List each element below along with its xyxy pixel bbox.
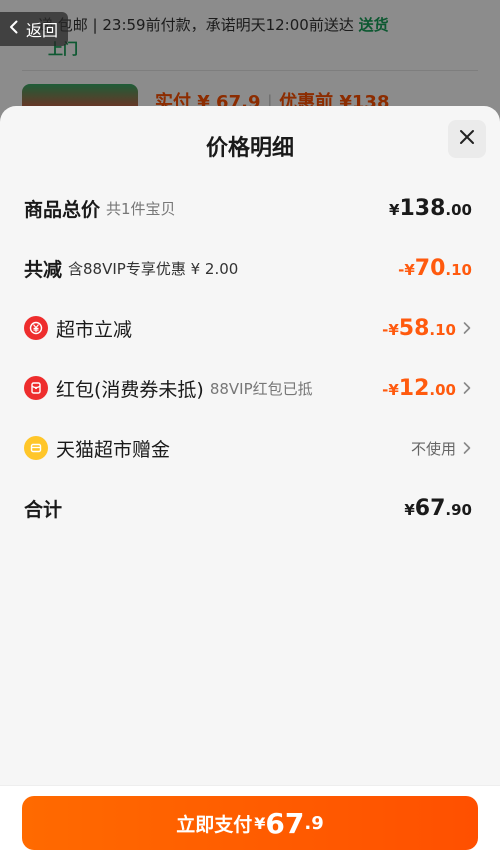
amount: -¥ 58.10 <box>382 315 456 341</box>
row-right-text: 不使用 <box>410 439 456 458</box>
sheet-title: 价格明细 <box>205 136 294 161</box>
row-label: 超市立减 <box>56 318 133 341</box>
amount: -¥ 70.10 <box>398 255 472 281</box>
amount: ¥67.90 <box>404 495 472 521</box>
yuan-coin-icon <box>24 316 48 340</box>
chevron-left-icon <box>6 19 22 39</box>
amount: ¥138.00 <box>389 195 472 221</box>
row-label: 天猫超市赠金 <box>56 438 171 461</box>
price-detail-sheet: 价格明细 商品总价 共1件宝贝 ¥138.00 共减 含88VIP专享优惠 ¥ … <box>0 106 500 861</box>
row-total-discount: 共减 含88VIP专享优惠 ¥ 2.00 -¥ 70.10 <box>24 252 472 284</box>
row-goods-total: 商品总价 共1件宝贝 ¥138.00 <box>24 192 472 224</box>
back-label: 返回 <box>26 21 59 40</box>
pay-amount-int: 67 <box>265 806 305 840</box>
bottom-bar: 立即支付 ¥ 67 .9 <box>0 785 500 861</box>
row-label: 合计 <box>24 498 63 521</box>
row-label: 商品总价 <box>24 198 101 221</box>
close-icon <box>458 128 476 150</box>
pay-currency: ¥ <box>254 813 266 833</box>
row-sub: 含88VIP专享优惠 ¥ 2.00 <box>68 259 239 278</box>
row-red-packet[interactable]: 红包(消费券未抵) 88VIP红包已抵 -¥ 12.00 <box>24 372 472 404</box>
row-grand-total: 合计 ¥67.90 <box>24 492 472 524</box>
row-label: 共减 <box>24 258 63 281</box>
row-gift-money[interactable]: 天猫超市赠金 不使用 <box>24 432 472 464</box>
back-button[interactable]: 返回 <box>0 12 69 46</box>
row-sub: 共1件宝贝 <box>106 199 176 218</box>
chevron-right-icon <box>462 441 472 455</box>
amount: -¥ 12.00 <box>382 375 456 401</box>
pay-label: 立即支付 <box>176 813 253 836</box>
row-label: 红包(消费券未抵) <box>56 378 204 401</box>
gift-card-icon <box>24 436 48 460</box>
chevron-right-icon <box>462 381 472 395</box>
pay-amount-dec: .9 <box>304 812 324 834</box>
red-packet-icon <box>24 376 48 400</box>
pay-now-button[interactable]: 立即支付 ¥ 67 .9 <box>22 796 478 850</box>
row-sub: 88VIP红包已抵 <box>209 379 313 398</box>
chevron-right-icon <box>462 321 472 335</box>
close-button[interactable] <box>448 120 486 158</box>
row-supermarket-discount[interactable]: 超市立减 -¥ 58.10 <box>24 312 472 344</box>
